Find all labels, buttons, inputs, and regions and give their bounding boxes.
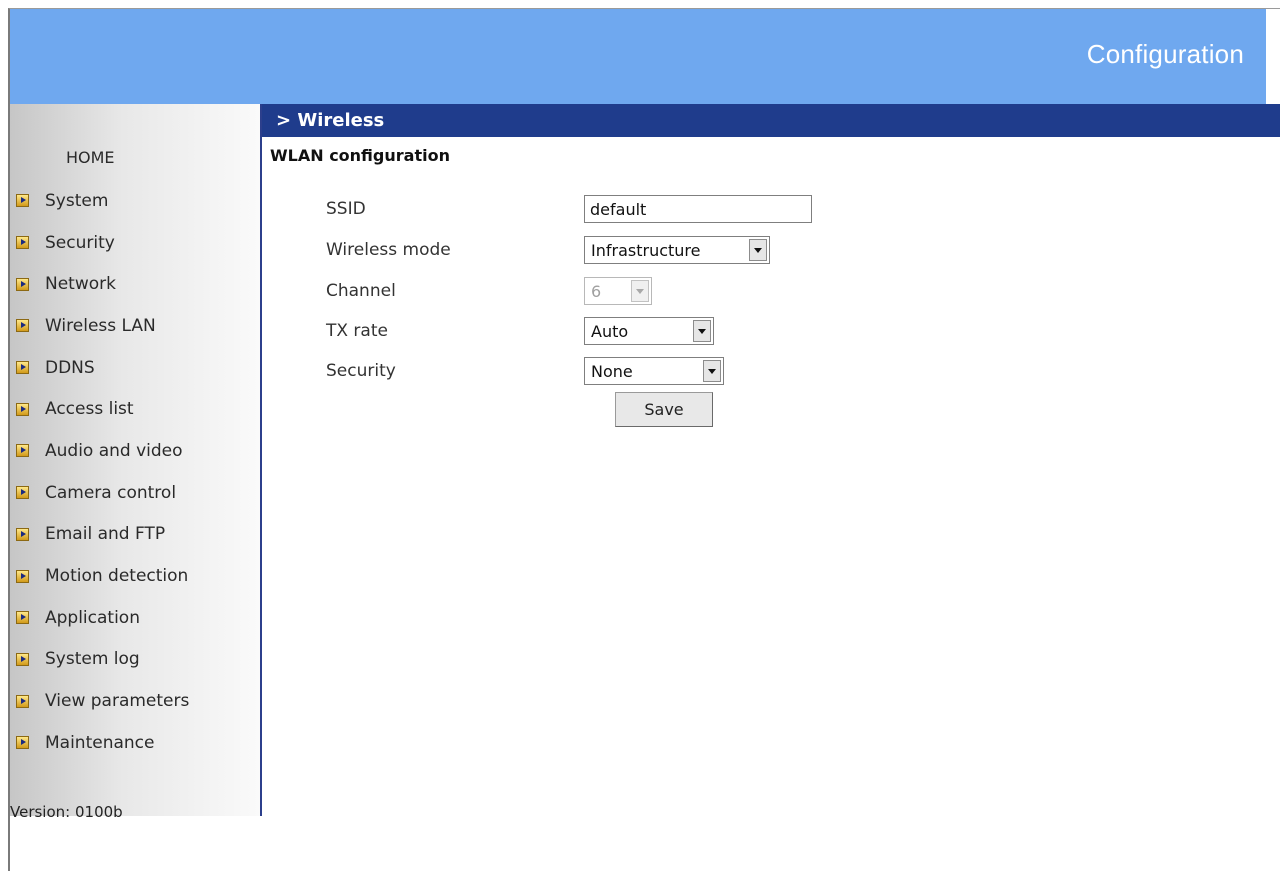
sidebar-item-label: System [45,190,109,211]
orange-arrow-icon [16,402,29,416]
section-header-bar: > Wireless [262,104,1280,137]
orange-arrow-icon [16,236,29,250]
channel-label: Channel [326,281,396,301]
orange-arrow-icon [16,194,29,208]
sidebar-item-label: Motion detection [45,566,189,587]
sidebar-item-access-list[interactable]: Access list [10,388,189,430]
sidebar-item-label: Application [45,607,140,628]
security-row: Security None [326,356,724,386]
chevron-down-icon[interactable] [693,320,711,342]
sidebar-item-label: Wireless LAN [45,315,156,336]
ssid-row: SSID [326,194,812,224]
sidebar-home-link[interactable]: HOME [66,148,115,167]
ssid-input[interactable] [584,195,812,223]
tx-rate-select[interactable]: Auto [584,317,714,345]
security-label: Security [326,361,396,381]
sidebar-item-application[interactable]: Application [10,597,189,639]
orange-arrow-icon [16,652,29,666]
wireless-mode-select[interactable]: Infrastructure [584,236,770,264]
sidebar-item-label: DDNS [45,357,95,378]
orange-arrow-icon [16,694,29,708]
sidebar-nav: System Security Network Wireless LAN DDN… [10,180,189,764]
sidebar-item-camera-control[interactable]: Camera control [10,472,189,514]
orange-arrow-icon [16,611,29,625]
chevron-down-icon[interactable] [749,239,767,261]
save-button[interactable]: Save [615,392,713,427]
security-select[interactable]: None [584,357,724,385]
header-banner: Configuration [10,9,1266,104]
wireless-mode-row: Wireless mode Infrastructure [326,235,770,265]
channel-row: Channel 6 [326,276,652,306]
sidebar-item-email-and-ftp[interactable]: Email and FTP [10,514,189,556]
sidebar-item-maintenance[interactable]: Maintenance [10,722,189,764]
sidebar-item-system-log[interactable]: System log [10,639,189,681]
tx-rate-label: TX rate [326,321,388,341]
orange-arrow-icon [16,277,29,291]
orange-arrow-icon [16,569,29,583]
sidebar-item-audio-and-video[interactable]: Audio and video [10,430,189,472]
sidebar-item-label: View parameters [45,691,190,712]
sidebar-item-view-parameters[interactable]: View parameters [10,680,189,722]
tx-rate-row: TX rate Auto [326,316,714,346]
security-value: None [591,361,633,381]
sidebar-item-label: System log [45,649,140,670]
sidebar-item-motion-detection[interactable]: Motion detection [10,555,189,597]
sidebar-item-label: Security [45,232,115,253]
orange-arrow-icon [16,736,29,750]
channel-select: 6 [584,277,652,305]
sidebar-item-ddns[interactable]: DDNS [10,347,189,389]
sidebar-item-security[interactable]: Security [10,222,189,264]
orange-arrow-icon [16,444,29,458]
header-title: Configuration [1086,39,1244,69]
tx-rate-value: Auto [591,321,629,341]
chevron-down-icon[interactable] [703,360,721,382]
orange-arrow-icon [16,361,29,375]
sidebar-item-label: Audio and video [45,440,183,461]
orange-arrow-icon [16,527,29,541]
section-title: WLAN configuration [270,146,450,165]
ssid-label: SSID [326,199,366,219]
browser-frame: Configuration HOME System Security Netwo… [8,8,1280,871]
sidebar: HOME System Security Network Wireless LA… [10,104,262,821]
sidebar-item-system[interactable]: System [10,180,189,222]
sidebar-item-network[interactable]: Network [10,263,189,305]
wireless-mode-label: Wireless mode [326,240,451,260]
sidebar-item-wireless-lan[interactable]: Wireless LAN [10,305,189,347]
sidebar-item-label: Maintenance [45,732,155,753]
version-text: Version: 0100b [10,803,123,821]
wireless-mode-value: Infrastructure [591,240,701,260]
main-content: > Wireless WLAN configuration SSID Wirel… [262,104,1280,864]
sidebar-item-label: Camera control [45,482,177,503]
channel-value: 6 [591,281,602,301]
sidebar-item-label: Email and FTP [45,524,166,545]
orange-arrow-icon [16,486,29,500]
sidebar-item-label: Access list [45,399,134,420]
orange-arrow-icon [16,319,29,333]
chevron-down-icon [631,280,649,302]
sidebar-item-label: Network [45,274,116,295]
